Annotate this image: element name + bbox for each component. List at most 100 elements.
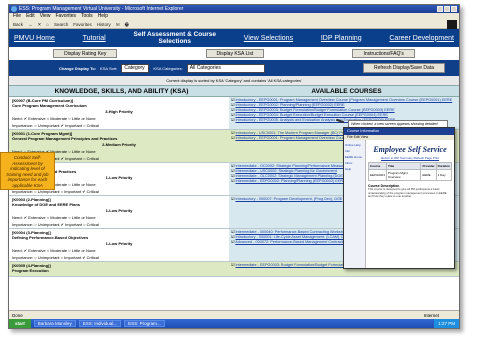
taskbar-item-3[interactable]: ESS: Program... [124,320,165,327]
self-assessment-callout: Conduct Self-Assessment by indicating le… [0,152,55,190]
status-bar: Done Internet [9,310,459,319]
close-button[interactable] [451,6,457,12]
home-icon[interactable]: ⌂ [46,20,49,28]
ksa-priority: 1-Low Priority [105,241,133,246]
start-button[interactable]: start [9,319,31,328]
course-link[interactable]: Introductory - 000007: Program Developme… [235,197,342,201]
maximize-button[interactable] [444,6,450,12]
stop-icon[interactable]: ✕ [38,20,42,28]
ksa-title: Defining Performance-Based Objectives [12,235,89,240]
nav-title-line1: Self Assessment & Course [133,31,217,38]
mail-icon[interactable]: ✉ [116,20,120,28]
title-bar: ESS: Program Management Virtual Universi… [9,5,459,13]
window-title: ESS: Program Management Virtual Universi… [19,6,184,12]
popup-th: Course [367,162,388,170]
forward-icon[interactable]: → [28,20,33,28]
nav-title-line2: Selections [158,38,191,45]
search-button[interactable]: Search [54,20,68,28]
nav-current-page: Self Assessment & Course Selections [134,31,217,45]
course-link[interactable]: Intermediate - EEPG0002: Planning/Planni… [235,179,345,183]
nav-tutorial-link[interactable]: Tutorial [83,35,106,42]
course-link[interactable]: Intermediate - USC0002: Strategic Planni… [235,169,336,173]
change-display-label: Change Display To: [59,65,97,71]
ksa-cell: [K0004 (3-Planning)] Defining Performance… [9,229,229,261]
taskbar-item-1[interactable]: Barbara Mansley [33,320,76,327]
nav-view-selections-link[interactable]: View Selections [244,35,293,42]
ksa-priority: 3-High Priority [105,109,133,114]
status-zone: Internet [423,313,439,318]
course-link[interactable]: Intermediate - OLC0002: Strategic Manage… [235,174,344,178]
button-row: Display Rating Key Display KSA List Inst… [9,47,459,60]
ie-icon [11,6,17,12]
ksa-title: Program Execution [12,268,49,273]
need-radio-group[interactable]: Need: ✔ Extensive ○ Moderate ○ Little or… [12,116,226,121]
popup-body: Online Help Info EERE Home Inbox Help Em… [344,140,454,268]
categories-select[interactable]: All Categories [186,63,265,73]
course-link[interactable]: Introductory - EEPG0003: Budget Formulat… [235,108,394,112]
ksa-sort-select[interactable]: Category [121,63,150,73]
menu-bar: File Edit View Favorites Tools Help [9,13,459,20]
taskbar: start Barbara Mansley ESS: Individual...… [9,319,459,328]
status-text: Done [12,313,23,318]
ksa-title: Knowledge of DOE and EERE Plans [12,202,81,207]
popup-main: Employee Self Service Return to IDP Summ… [366,140,454,268]
popup-th: Title [386,162,422,170]
menu-favorites[interactable]: Favorites [55,13,76,20]
minimize-button[interactable] [437,6,443,12]
back-button[interactable]: Back [13,20,23,28]
ksa-priority: 2-Medium Priority [102,142,136,147]
change-display-row: Change Display To: KSA Sort: Category KS… [9,60,459,76]
ksa-list-button[interactable]: Display KSA List [205,49,265,58]
ksa-title: General Program Management Principles an… [12,136,118,141]
system-clock: 1:27 PM [434,319,459,328]
popup-td: EEPG0001 [367,169,388,181]
course-link[interactable]: Introductory - EEPG0002: Planning/Planni… [235,103,344,107]
window-controls [437,6,457,12]
history-button[interactable]: History [97,20,111,28]
favorites-button[interactable]: Favorites [73,20,92,28]
nav-home-link[interactable]: PMVU Home [14,35,55,42]
popup-title: Course Information [344,128,454,135]
print-icon[interactable]: 🖶 [125,20,129,28]
menu-view[interactable]: View [40,13,51,20]
ksa-cell: [K0005 (4-Planning)] Program Execution [9,262,229,276]
rating-key-button[interactable]: Display Rating Key [53,49,118,58]
course-link[interactable]: Introductory - 000001: Life-Cycle Asset … [235,235,349,239]
categories-label: KSA Categories: [153,65,183,71]
menu-file[interactable]: File [13,13,21,20]
popup-description: This course is designed to give all PM p… [368,187,447,199]
sort-description: Current display is sorted by KSA 'Catego… [9,76,459,85]
table-header: KNOWLEDGE, SKILLS, AND ABILITY (KSA) AVA… [9,85,459,97]
popup-td: Program Mgmt Overview [386,169,422,181]
course-info-popup: Course Information File Edit View Online… [343,127,455,269]
importance-radio-group[interactable]: Importance: ○ Unimportant ✔ Important ○ … [12,222,226,227]
windows-logo-icon [447,20,457,29]
refresh-button[interactable]: Refresh Display/Save Data [362,63,445,73]
popup-td: EERE [420,169,437,181]
taskbar-item-2[interactable]: ESS: Individual... [78,320,122,327]
instructions-button[interactable]: Instructions/FAQ's [352,49,415,58]
need-radio-group[interactable]: Need: ✔ Extensive ○ Moderate ○ Little or… [12,215,226,220]
course-link[interactable]: Introductory - EEPG0001: Program Managem… [235,98,452,102]
popup-side-item[interactable]: Help [345,166,364,172]
course-link[interactable]: Intermediate - OC0002: Strategic Plannin… [235,164,354,168]
need-radio-group[interactable]: Need: ✔ Extensive ○ Moderate ○ Little or… [12,248,226,253]
menu-edit[interactable]: Edit [26,13,35,20]
nav-career-link[interactable]: Career Development [389,35,454,42]
importance-radio-group[interactable]: Importance: ○ Unimportant ✔ Important ○ … [12,123,226,128]
ksa-priority: 1-Low Priority [105,208,133,213]
popup-links[interactable]: Return to IDP Summary Refresh Page Print [368,156,452,160]
popup-course-table: Course Title Provider Duration EEPG0001 … [367,162,453,181]
ksa-title: Core Program Management Curriculum [12,103,87,108]
popup-heading: Employee Self Service [373,145,447,154]
popup-th: Provider [420,162,437,170]
ksa-cell: [K0007 (B-Core PM Curriculum)] Core Progr… [9,97,229,129]
menu-help[interactable]: Help [98,13,108,20]
importance-radio-group[interactable]: Importance: ○ Unimportant ○ Important ✔ … [12,255,226,260]
popup-sidebar: Online Help Info EERE Home Inbox Help [344,140,366,268]
courses-column-header: AVAILABLE COURSES [311,88,382,95]
menu-tools[interactable]: Tools [81,13,93,20]
top-nav: PMVU Home Tutorial Self Assessment & Cou… [9,29,459,47]
course-link[interactable]: Introductory - EEPG0004: Budget Executio… [235,113,387,117]
nav-idp-link[interactable]: IDP Planning [321,35,362,42]
